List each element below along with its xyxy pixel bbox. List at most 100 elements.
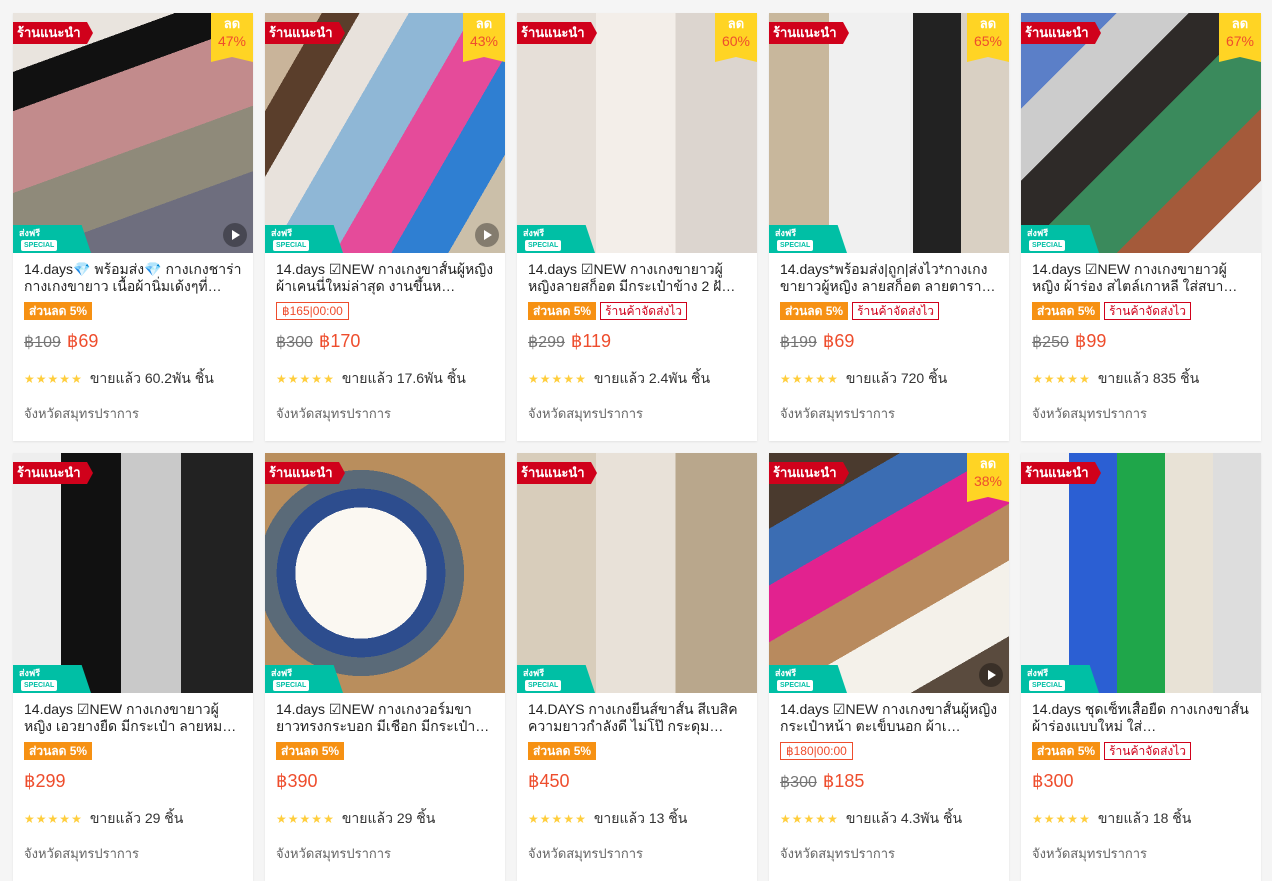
product-title[interactable]: 14.days💎 พร้อมส่ง💎 กางเกงชาร่า กางเกงขาย…: [24, 261, 242, 295]
star-icon: ★: [1079, 812, 1091, 826]
product-image[interactable]: ร้านแนะนำ ส่งฟรี SPECIAL: [265, 453, 505, 693]
product-image[interactable]: ร้านแนะนำ ลด 38% ส่งฟรี SPECIAL: [769, 453, 1009, 693]
product-image[interactable]: ร้านแนะนำ ลด 43% ส่งฟรี SPECIAL: [265, 13, 505, 253]
free-shipping-label: ส่งฟรี: [523, 228, 545, 238]
star-icon: ★: [35, 812, 48, 826]
price-row: ฿300 ฿170: [276, 331, 494, 355]
rating-stars: ★★★★★: [1032, 372, 1091, 386]
fast-ship-tag: ร้านค้าจัดส่งไว: [600, 302, 688, 320]
product-card[interactable]: ร้านแนะนำ ลด 38% ส่งฟรี SPECIAL 14.days ☑NEW …: [769, 453, 1009, 881]
sold-count: ขายแล้ว 17.6พัน ชิ้น: [341, 370, 466, 386]
promo-tags: ส่วนลด 5%: [276, 740, 494, 762]
promo-tags: ฿180|00:00: [780, 740, 998, 762]
star-icon: ★: [539, 812, 552, 826]
product-image[interactable]: ร้านแนะนำ ส่งฟรี SPECIAL: [13, 453, 253, 693]
free-shipping-badge: ส่งฟรี SPECIAL: [517, 665, 595, 693]
discount-percent: 47%: [217, 33, 247, 49]
product-title[interactable]: 14.days ☑NEW กางเกงขายาวผู้หญิง ผ้าร่อง …: [1032, 261, 1250, 295]
product-card[interactable]: ร้านแนะนำ ลด 65% ส่งฟรี SPECIAL 14.days*พร้อม…: [769, 13, 1009, 441]
discount-badge: ลด 65%: [967, 13, 1009, 62]
rating-stars: ★★★★★: [780, 372, 839, 386]
price-row: ฿390: [276, 771, 494, 795]
product-title[interactable]: 14.DAYS กางเกงยีนส์ขาสั้น สีเบสิคความยาว…: [528, 701, 746, 735]
product-title[interactable]: 14.days*พร้อมส่ง|ถูก|ส่งไว*กางเกงขายาวผู…: [780, 261, 998, 295]
product-card[interactable]: ร้านแนะนำ ลด 47% ส่งฟรี SPECIAL 14.days💎 พร้อ…: [13, 13, 253, 441]
free-shipping-badge: ส่งฟรี SPECIAL: [1021, 225, 1099, 253]
rating-stars: ★★★★★: [24, 372, 83, 386]
rating-row: ★★★★★ ขายแล้ว 835 ชิ้น: [1032, 370, 1250, 387]
product-image[interactable]: ร้านแนะนำ ลด 65% ส่งฟรี SPECIAL: [769, 13, 1009, 253]
product-card[interactable]: ร้านแนะนำ ลด 60% ส่งฟรี SPECIAL 14.days ☑NEW …: [517, 13, 757, 441]
discount-percent: 38%: [973, 473, 1003, 489]
preferred-shop-badge: ร้านแนะนำ: [769, 22, 849, 44]
sale-price: ฿170: [318, 331, 361, 351]
product-card[interactable]: ร้านแนะนำ ลด 43% ส่งฟรี SPECIAL 14.days ☑NEW …: [265, 13, 505, 441]
free-shipping-badge: ส่งฟรี SPECIAL: [1021, 665, 1099, 693]
shop-location: จังหวัดสมุทรปราการ: [528, 846, 644, 861]
star-icon: ★: [287, 812, 300, 826]
star-icon: ★: [827, 812, 839, 826]
fast-ship-tag: ร้านค้าจัดส่งไว: [852, 302, 940, 320]
star-icon: ★: [780, 372, 792, 386]
star-icon: ★: [1067, 372, 1080, 386]
sold-count: ขายแล้ว 835 ชิ้น: [1097, 370, 1200, 386]
discount-badge: ลด 38%: [967, 453, 1009, 502]
product-title[interactable]: 14.days ☑NEW กางเกงขายาวผู้หญิงลายสก็อต …: [528, 261, 746, 295]
flash-price-tag: ฿180|00:00: [780, 742, 853, 760]
price-row: ฿299 ฿119: [528, 331, 746, 355]
product-card[interactable]: ร้านแนะนำ ส่งฟรี SPECIAL 14.days ชุดเซ็ทเสื…: [1021, 453, 1261, 881]
product-image[interactable]: ร้านแนะนำ ส่งฟรี SPECIAL: [517, 453, 757, 693]
play-video-icon[interactable]: [223, 223, 247, 247]
product-title[interactable]: 14.days ชุดเซ็ทเสื้อยืด กางเกงขาสั้น ผ้า…: [1032, 701, 1250, 735]
rating-stars: ★★★★★: [1032, 812, 1091, 826]
discount-badge: ลด 43%: [463, 13, 505, 62]
play-video-icon[interactable]: [979, 663, 1003, 687]
star-icon: ★: [276, 812, 288, 826]
product-card[interactable]: ร้านแนะนำ ส่งฟรี SPECIAL 14.DAYS กางเกงยีนส…: [517, 453, 757, 881]
product-title[interactable]: 14.days ☑NEW กางเกงขาสั้นผู้หญิง ผ้าเคนน…: [276, 261, 494, 295]
product-card[interactable]: ร้านแนะนำ ส่งฟรี SPECIAL 14.days ☑NEW กางเก…: [265, 453, 505, 881]
price-row: ฿299: [24, 771, 242, 795]
star-icon: ★: [1055, 372, 1068, 386]
special-label: SPECIAL: [777, 240, 814, 251]
promo-tags: ส่วนลด 5%: [24, 300, 242, 322]
original-price: ฿199: [780, 334, 817, 351]
sale-price: ฿185: [822, 771, 865, 791]
star-icon: ★: [299, 812, 312, 826]
shop-location: จังหวัดสมุทรปราการ: [276, 846, 392, 861]
shop-location: จังหวัดสมุทรปราการ: [780, 406, 896, 421]
product-card[interactable]: ร้านแนะนำ ลด 67% ส่งฟรี SPECIAL 14.days ☑NEW …: [1021, 13, 1261, 441]
original-price: ฿109: [24, 334, 61, 351]
shop-location: จังหวัดสมุทรปราการ: [24, 846, 140, 861]
product-image[interactable]: ร้านแนะนำ ลด 47% ส่งฟรี SPECIAL: [13, 13, 253, 253]
star-icon: ★: [59, 372, 72, 386]
discount-badge: ลด 60%: [715, 13, 757, 62]
discount-tag: ส่วนลด 5%: [1032, 302, 1101, 320]
special-label: SPECIAL: [21, 680, 58, 691]
star-icon: ★: [815, 372, 828, 386]
free-shipping-label: ส่งฟรี: [775, 228, 797, 238]
product-title[interactable]: 14.days ☑NEW กางเกงขาสั้นผู้หญิง กระเป๋า…: [780, 701, 998, 735]
preferred-shop-badge: ร้านแนะนำ: [769, 462, 849, 484]
price-row: ฿109 ฿69: [24, 331, 242, 355]
product-image[interactable]: ร้านแนะนำ ลด 60% ส่งฟรี SPECIAL: [517, 13, 757, 253]
discount-badge: ลด 47%: [211, 13, 253, 62]
product-image[interactable]: ร้านแนะนำ ลด 67% ส่งฟรี SPECIAL: [1021, 13, 1261, 253]
product-title[interactable]: 14.days ☑NEW กางเกงขายาวผู้หญิง เอวยางยื…: [24, 701, 242, 735]
special-label: SPECIAL: [777, 680, 814, 691]
sale-price: ฿69: [822, 331, 855, 351]
product-image[interactable]: ร้านแนะนำ ส่งฟรี SPECIAL: [1021, 453, 1261, 693]
discount-percent: 67%: [1225, 33, 1255, 49]
rating-stars: ★★★★★: [528, 372, 587, 386]
star-icon: ★: [563, 372, 576, 386]
play-video-icon[interactable]: [475, 223, 499, 247]
original-price: ฿250: [1032, 334, 1069, 351]
shop-location: จังหวัดสมุทรปราการ: [528, 406, 644, 421]
original-price: ฿299: [528, 334, 565, 351]
product-card[interactable]: ร้านแนะนำ ส่งฟรี SPECIAL 14.days ☑NEW กางเก…: [13, 453, 253, 881]
sold-count: ขายแล้ว 18 ชิ้น: [1097, 810, 1192, 826]
shop-location: จังหวัดสมุทรปราการ: [276, 406, 392, 421]
product-title[interactable]: 14.days ☑NEW กางเกงวอร์มขายาวทรงกระบอก ม…: [276, 701, 494, 735]
rating-row: ★★★★★ ขายแล้ว 13 ชิ้น: [528, 810, 746, 827]
free-shipping-badge: ส่งฟรี SPECIAL: [769, 665, 847, 693]
